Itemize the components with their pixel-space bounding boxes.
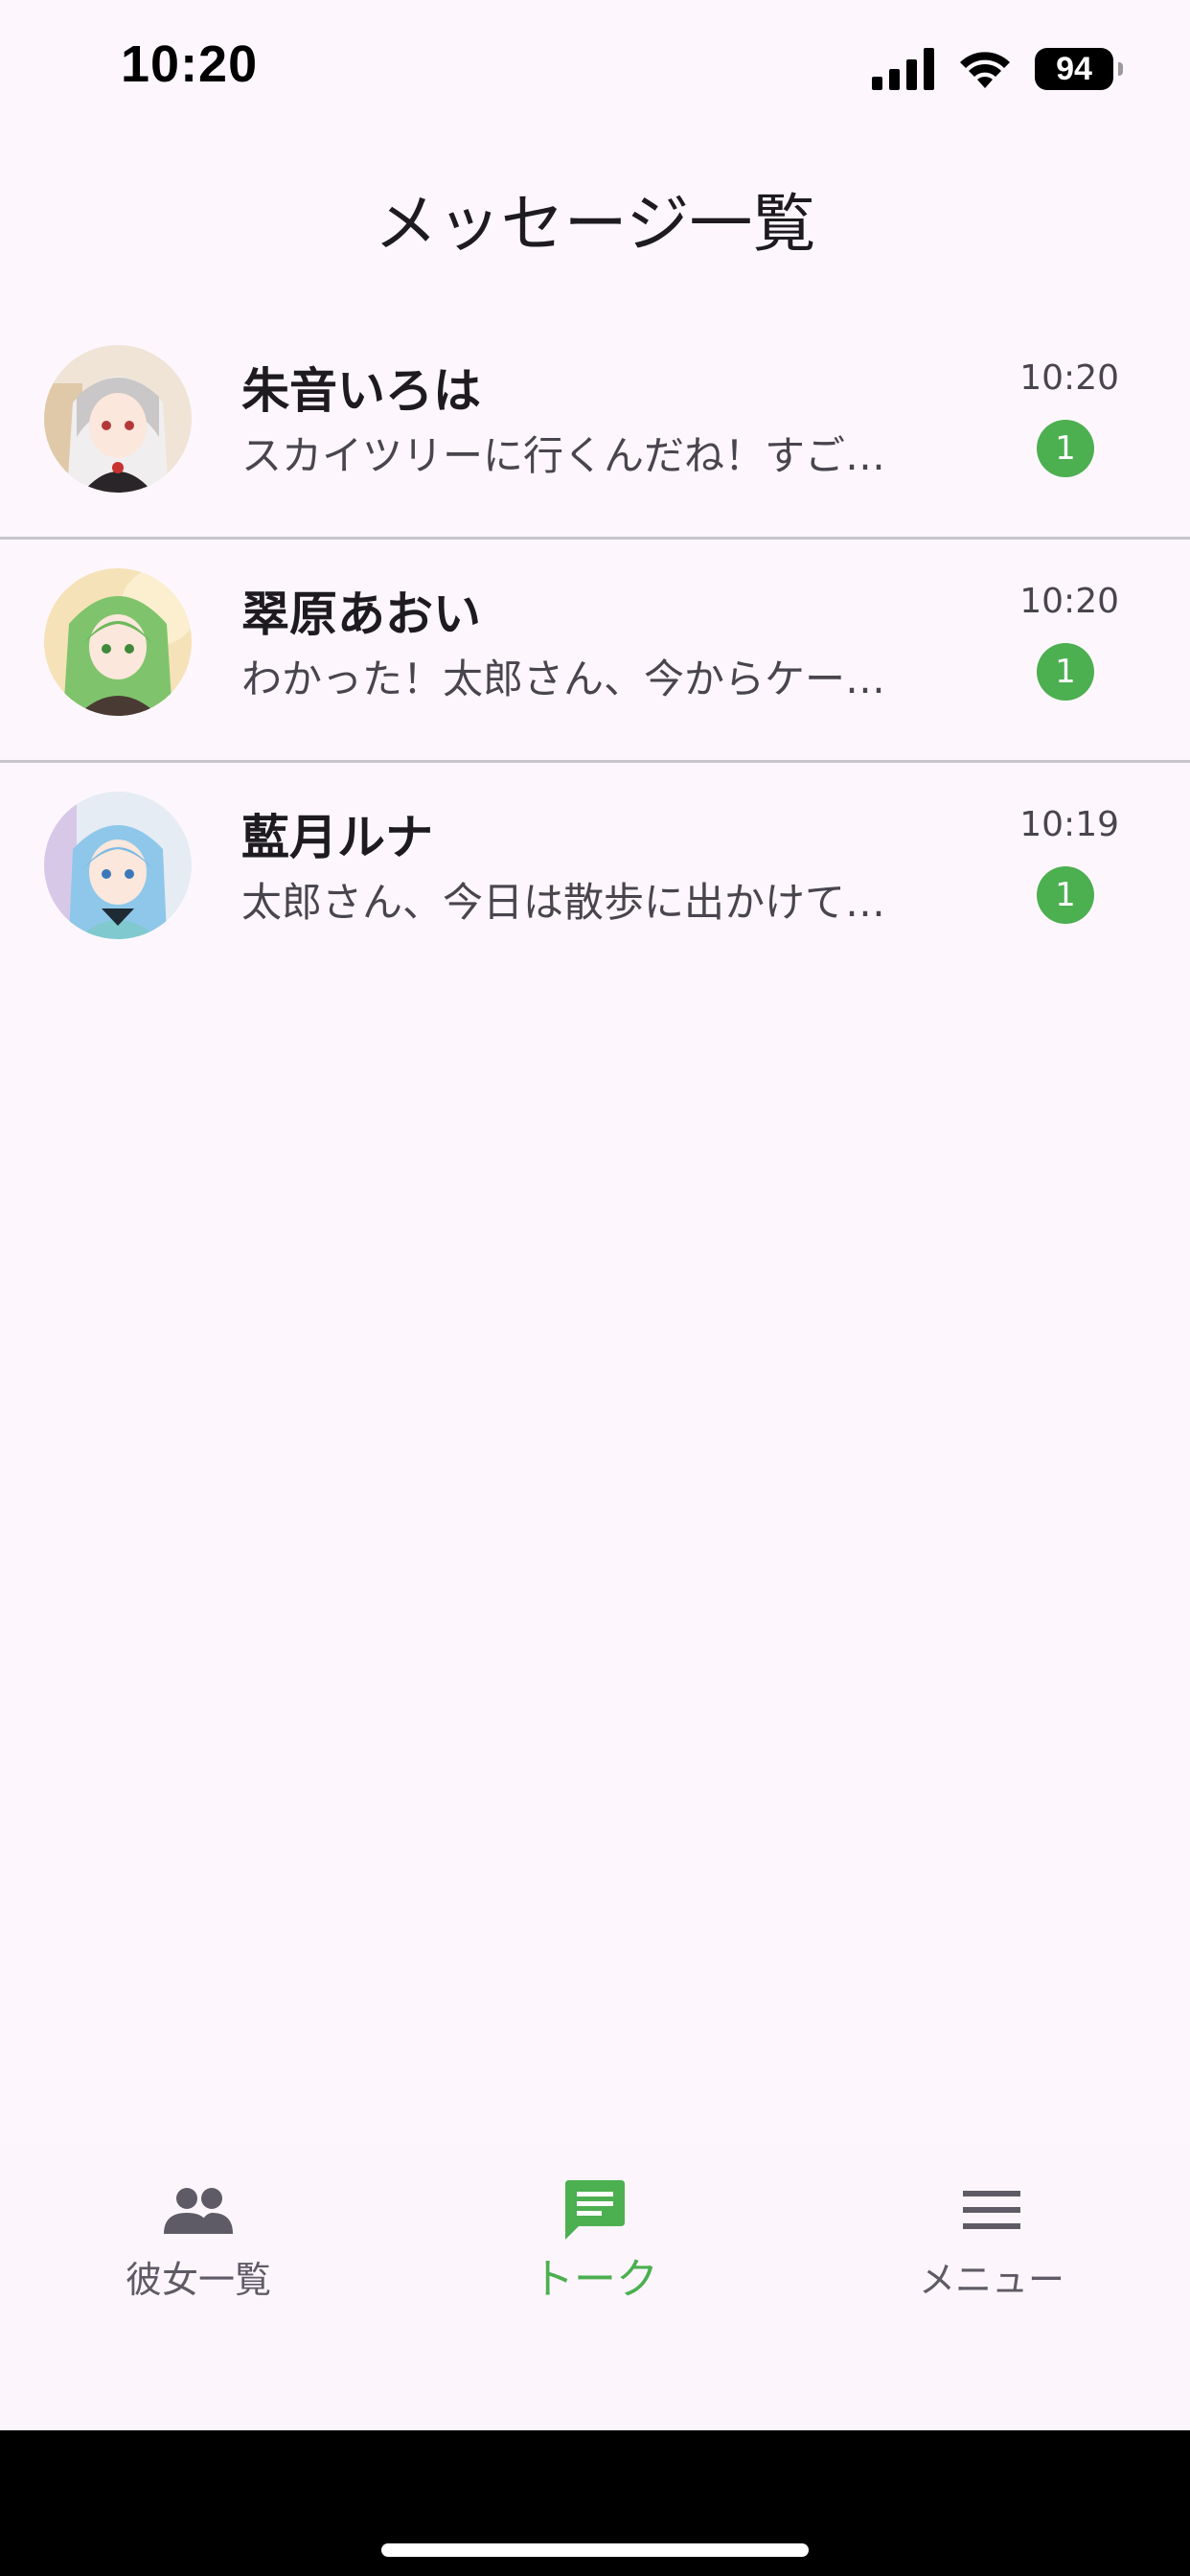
unread-badge: 1 [1037, 643, 1094, 701]
message-time: 10:19 [1019, 805, 1119, 844]
status-time: 10:20 [121, 35, 259, 93]
battery-level: 94 [1056, 50, 1092, 87]
nav-label-girlfriends: 彼女一覧 [125, 2259, 271, 2301]
avatar-image [44, 792, 192, 939]
battery-icon: 94 [1035, 48, 1123, 90]
battery-tip [1118, 62, 1123, 76]
nav-item-girlfriends[interactable]: 彼女一覧 [0, 2143, 397, 2334]
people-icon [162, 2179, 235, 2241]
contact-name: 朱音いろは [241, 363, 481, 419]
home-indicator[interactable] [381, 2543, 809, 2557]
status-bar: 10:20 94 [0, 0, 1190, 134]
chat-bubble-icon [563, 2179, 627, 2241]
wifi-icon [960, 52, 1010, 88]
nav-label-menu: メニュー [918, 2259, 1064, 2301]
contact-name: 藍月ルナ [241, 810, 433, 865]
nav-label-talk: トーク [532, 2255, 658, 2304]
message-time: 10:20 [1019, 582, 1119, 621]
avatar [44, 568, 192, 716]
last-message: 太郎さん、今日は散歩に出かけて… [241, 879, 886, 926]
chat-list: 朱音いろは スカイツリーに行くんだね！すご… 10:20 1 翠原あおい わかっ… [0, 316, 1190, 986]
message-time: 10:20 [1019, 358, 1119, 398]
nav-item-menu[interactable]: メニュー [793, 2143, 1190, 2334]
hamburger-menu-icon [963, 2179, 1020, 2241]
unread-badge: 1 [1037, 420, 1094, 477]
page-title: メッセージ一覧 [374, 187, 816, 261]
unread-badge: 1 [1037, 866, 1094, 924]
last-message: わかった！太郎さん、今からケー… [241, 656, 886, 702]
signal-icon [872, 48, 934, 90]
chat-row-iroha[interactable]: 朱音いろは スカイツリーに行くんだね！すご… 10:20 1 [0, 316, 1190, 540]
avatar-image [44, 568, 192, 716]
nav-item-talk[interactable]: トーク [397, 2143, 793, 2334]
last-message: スカイツリーに行くんだね！すご… [241, 432, 886, 479]
contact-name: 翠原あおい [241, 586, 481, 642]
chat-row-luna[interactable]: 藍月ルナ 太郎さん、今日は散歩に出かけて… 10:19 1 [0, 763, 1190, 986]
chat-row-aoi[interactable]: 翠原あおい わかった！太郎さん、今からケー… 10:20 1 [0, 540, 1190, 763]
bottom-nav: 彼女一覧 トーク メニュー [0, 2143, 1190, 2430]
home-indicator-area [0, 2430, 1190, 2576]
avatar-image [44, 345, 192, 493]
status-icons: 94 [872, 42, 1123, 96]
avatar [44, 345, 192, 493]
avatar [44, 792, 192, 939]
